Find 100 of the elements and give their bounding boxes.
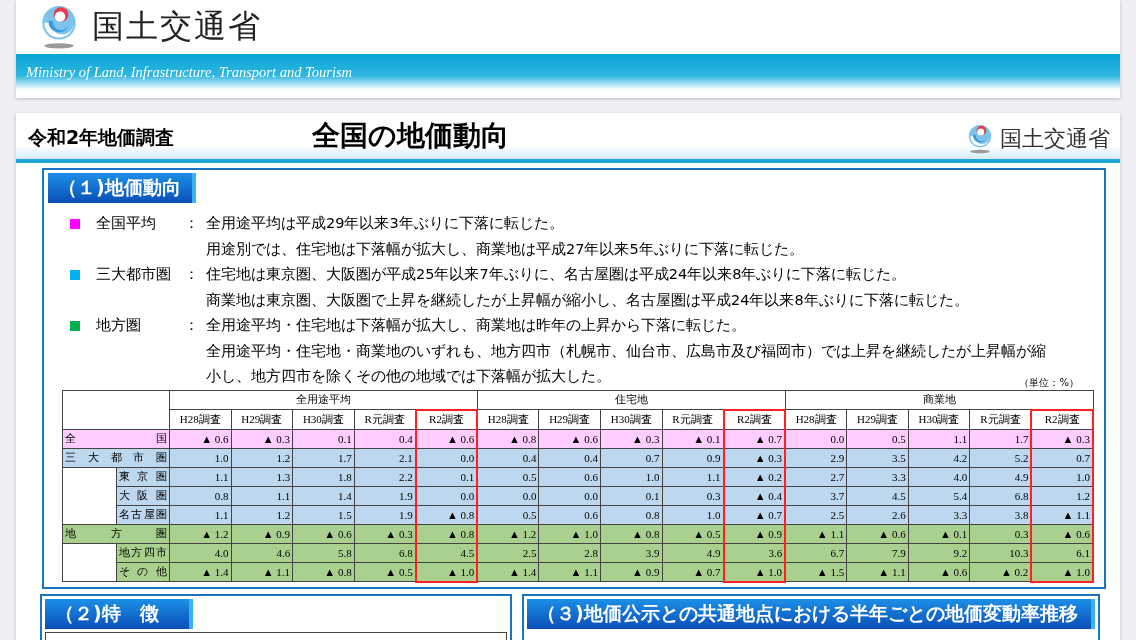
table-cell: ▲ 0.9 bbox=[231, 524, 293, 543]
row-label: 地方圏 bbox=[62, 524, 170, 543]
table-cell: ▲ 1.0 bbox=[723, 562, 786, 582]
table-cell: ▲ 0.9 bbox=[600, 562, 662, 582]
row-label: 三大都市圏 bbox=[62, 448, 170, 467]
column-group-header: 商業地 bbox=[785, 390, 1093, 410]
section-heading: （３)地価公示との共通地点における半年ごとの地価変動率推移 bbox=[527, 598, 1095, 629]
colon: ： bbox=[184, 214, 200, 233]
table-cell: ▲ 0.6 bbox=[292, 524, 355, 543]
table-cell: ▲ 0.6 bbox=[169, 429, 232, 448]
summary-label: 地方圏 bbox=[96, 316, 142, 335]
section-heading: （２)特 徴 bbox=[45, 598, 193, 629]
table-cell: 2.8 bbox=[538, 543, 601, 562]
column-header: R2調査 bbox=[723, 409, 786, 429]
table-cell: 0.0 bbox=[538, 486, 601, 505]
table-cell: 9.2 bbox=[908, 543, 970, 562]
summary-text: 全用途平均・住宅地・商業地のいずれも、地方四市（札幌市、仙台市、広島市及び福岡市）では上昇を継続したが上昇幅が縮 bbox=[206, 341, 1046, 361]
summary-text: 小し、地方四市を除くその他の地域では下落幅が拡大した。 bbox=[206, 367, 611, 386]
table-cell: 0.1 bbox=[600, 486, 662, 505]
table-cell: 3.9 bbox=[600, 543, 662, 562]
table-cell: 4.6 bbox=[231, 543, 293, 562]
row-label: 地方四市 bbox=[116, 543, 170, 562]
row-label: 名古屋圏 bbox=[116, 505, 170, 524]
table-cell: 1.1 bbox=[169, 505, 232, 524]
row-label: その他 bbox=[116, 562, 170, 582]
summary-label: 三大都市圏 bbox=[96, 265, 172, 284]
colon: ： bbox=[184, 316, 200, 335]
table-cell: 3.3 bbox=[846, 467, 909, 486]
table-cell: ▲ 0.8 bbox=[292, 562, 355, 582]
table-cell: 4.0 bbox=[908, 467, 970, 486]
summary-text: 住宅地は東京圏、大阪圏が平成25年以来7年ぶりに、名古屋圏は平成24年以来8年ぶりに下落に転じた。 bbox=[206, 265, 907, 284]
row-label: 全国 bbox=[62, 429, 170, 448]
table-cell: ▲ 1.0 bbox=[1031, 562, 1093, 582]
table-cell: 3.7 bbox=[785, 486, 847, 505]
table-cell: ▲ 0.6 bbox=[846, 524, 909, 543]
summary-text: 用途別では、住宅地は下落幅が拡大し、商業地は平成27年以来5年ぶりに下落に転じた。 bbox=[206, 239, 804, 259]
table-cell: ▲ 1.2 bbox=[477, 524, 539, 543]
table-cell: ▲ 1.1 bbox=[785, 524, 847, 543]
table-cell: 1.2 bbox=[231, 448, 293, 467]
table-cell: 0.4 bbox=[477, 448, 539, 467]
summary-label: 全国平均 bbox=[96, 214, 157, 233]
colon: ： bbox=[184, 265, 200, 284]
tagline: Ministry of Land, Infrastructure, Transport and Tourism bbox=[26, 63, 353, 81]
table-cell: ▲ 1.1 bbox=[231, 562, 293, 582]
table-cell: 1.1 bbox=[169, 467, 232, 486]
row-label: 東京圏 bbox=[116, 467, 170, 486]
table-cell: 0.5 bbox=[846, 429, 909, 448]
summary-text: 全用途平均・住宅地は下落幅が拡大し、商業地は昨年の上昇から下落に転じた。 bbox=[206, 316, 746, 335]
table-cell: 0.7 bbox=[600, 448, 662, 467]
table-cell: 1.1 bbox=[231, 486, 293, 505]
ministry-name: 国土交通省 bbox=[1000, 125, 1110, 153]
table-cell: 1.8 bbox=[292, 467, 355, 486]
table-cell: 1.7 bbox=[292, 448, 355, 467]
table-cell: 0.6 bbox=[538, 505, 601, 524]
logo-icon bbox=[966, 123, 994, 155]
summary-text: 全用途平均は平成29年以来3年ぶりに下落に転じた。 bbox=[206, 214, 564, 233]
table-cell: 0.8 bbox=[169, 486, 232, 505]
summary-text: 商業地は東京圏、大阪圏で上昇を継続したが上昇幅が縮小し、名古屋圏は平成24年以来8年ぶりに下落に転じた。 bbox=[206, 290, 969, 310]
table-cell: 5.4 bbox=[908, 486, 970, 505]
table-cell: ▲ 1.1 bbox=[538, 562, 601, 582]
section-heading: （１)地価動向 bbox=[48, 173, 196, 203]
table-cell: 4.0 bbox=[169, 543, 232, 562]
slide-title: 全国の地価動向 bbox=[312, 118, 509, 154]
table-cell: 1.1 bbox=[908, 429, 970, 448]
table-cell: 0.0 bbox=[785, 429, 847, 448]
survey-label: 令和2年地価調査 bbox=[28, 125, 176, 150]
table-cell: 0.1 bbox=[292, 429, 355, 448]
table-cell: 5.8 bbox=[292, 543, 355, 562]
table-cell: ▲ 0.3 bbox=[231, 429, 293, 448]
table-cell: ▲ 1.1 bbox=[846, 562, 909, 582]
table-cell: 0.6 bbox=[538, 467, 601, 486]
table-cell: 2.9 bbox=[785, 448, 847, 467]
table-cell: 4.5 bbox=[846, 486, 909, 505]
table-cell: ▲ 0.8 bbox=[600, 524, 662, 543]
table-cell: ▲ 1.4 bbox=[169, 562, 232, 582]
table-cell: 2.7 bbox=[785, 467, 847, 486]
table-cell: 4.2 bbox=[908, 448, 970, 467]
table-cell: ▲ 0.6 bbox=[908, 562, 970, 582]
row-label: 大阪圏 bbox=[116, 486, 170, 505]
table-cell: 2.5 bbox=[785, 505, 847, 524]
table-cell: ▲ 0.3 bbox=[600, 429, 662, 448]
table-cell: ▲ 0.8 bbox=[477, 429, 539, 448]
table-cell: 2.5 bbox=[477, 543, 539, 562]
column-header: R2調査 bbox=[1031, 409, 1093, 429]
table-cell: ▲ 0.6 bbox=[538, 429, 601, 448]
table-cell: 0.5 bbox=[477, 467, 539, 486]
table-cell: ▲ 0.1 bbox=[908, 524, 970, 543]
table-cell: 1.0 bbox=[169, 448, 232, 467]
table-cell: ▲ 1.5 bbox=[785, 562, 847, 582]
table-cell: 6.7 bbox=[785, 543, 847, 562]
table-cell: ▲ 1.0 bbox=[415, 562, 478, 582]
table-cell: 7.9 bbox=[846, 543, 909, 562]
ministry-name: 国土交通省 bbox=[92, 6, 262, 47]
table-cell: 1.0 bbox=[600, 467, 662, 486]
table-cell: 1.3 bbox=[231, 467, 293, 486]
column-header: R2調査 bbox=[415, 409, 478, 429]
table-cell: 2.6 bbox=[846, 505, 909, 524]
table-cell: 1.5 bbox=[292, 505, 355, 524]
table-cell: 0.5 bbox=[477, 505, 539, 524]
column-group-header: 全用途平均 bbox=[169, 390, 478, 410]
